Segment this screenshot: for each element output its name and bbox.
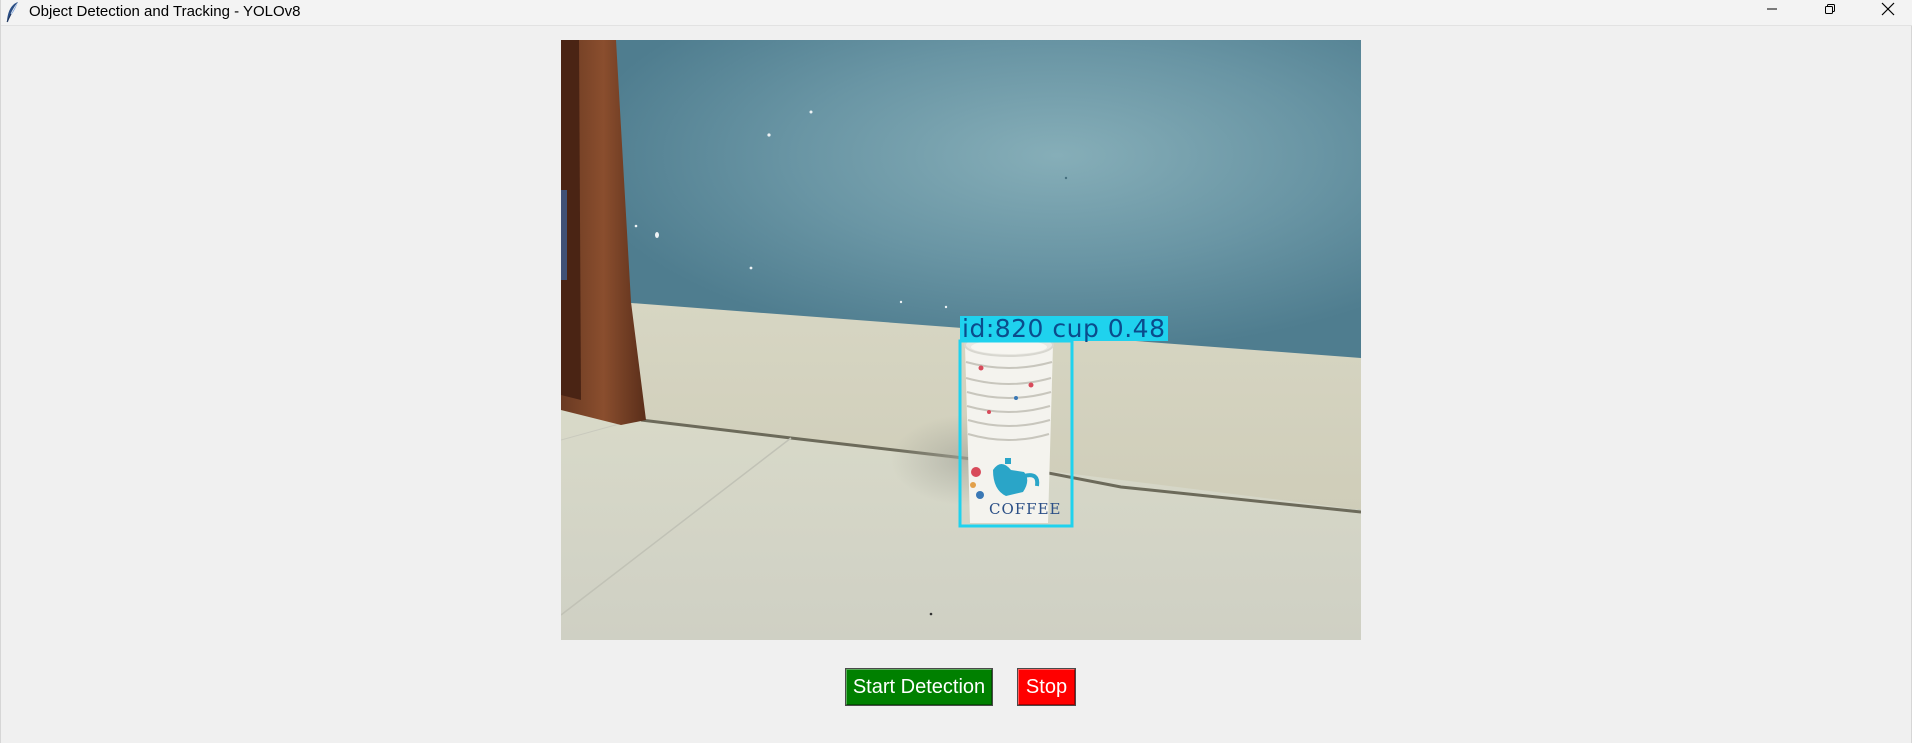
video-feed: COFFEE id:820 cup 0.48 bbox=[561, 40, 1361, 640]
close-button[interactable] bbox=[1859, 0, 1912, 22]
restore-button[interactable] bbox=[1801, 0, 1859, 22]
feather-icon bbox=[5, 1, 21, 23]
start-detection-button[interactable]: Start Detection bbox=[845, 668, 993, 706]
detection-label: id:820 cup 0.48 bbox=[960, 316, 1169, 341]
restore-icon bbox=[1824, 2, 1836, 20]
window-title: Object Detection and Tracking - YOLOv8 bbox=[29, 3, 301, 20]
stop-button[interactable]: Stop bbox=[1017, 668, 1076, 706]
title-bar[interactable]: Object Detection and Tracking - YOLOv8 bbox=[1, 0, 1912, 26]
close-icon bbox=[1881, 2, 1895, 21]
minimize-button[interactable] bbox=[1743, 0, 1801, 22]
cup-stack: COFFEE bbox=[964, 333, 1062, 523]
app-window: Object Detection and Tracking - YOLOv8 C… bbox=[0, 0, 1912, 743]
cup-print-text: COFFEE bbox=[989, 500, 1062, 518]
minimize-icon bbox=[1766, 2, 1778, 20]
